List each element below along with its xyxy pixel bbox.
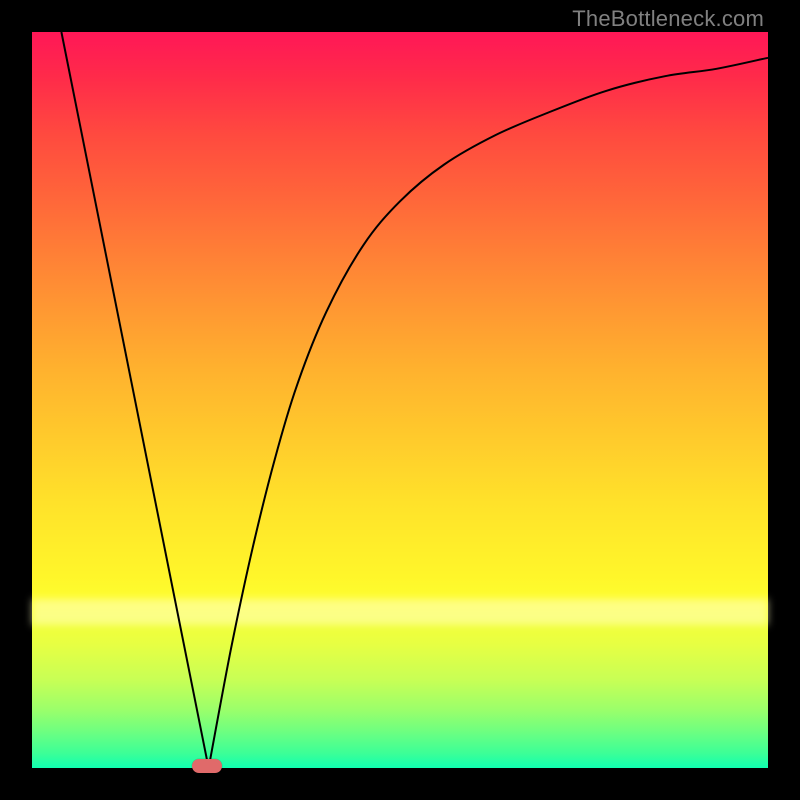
plot-area xyxy=(32,32,768,768)
series-right-curve xyxy=(209,58,768,768)
optimal-marker xyxy=(192,759,222,773)
watermark-text: TheBottleneck.com xyxy=(572,6,764,32)
chart-lines xyxy=(32,32,768,768)
series-left-linear xyxy=(61,32,208,768)
